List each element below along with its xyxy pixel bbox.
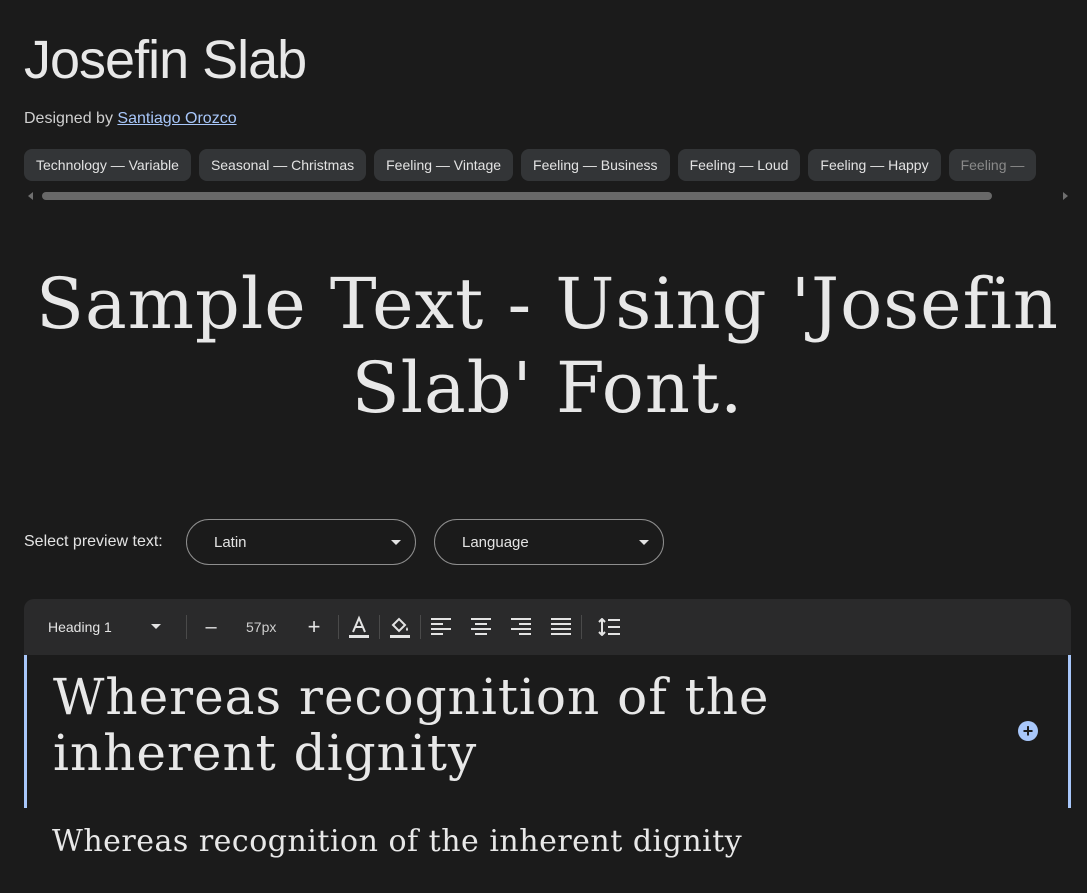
align-left-icon[interactable] (427, 613, 455, 641)
align-center-icon[interactable] (467, 613, 495, 641)
script-dropdown[interactable]: Latin (186, 519, 416, 565)
fill-color-icon[interactable] (386, 613, 414, 641)
designer-line: Designed by Santiago Orozco (24, 110, 237, 128)
editor-toolbar: Heading 1 – 57px + (24, 599, 1071, 655)
align-justify-icon[interactable] (547, 613, 575, 641)
chevron-down-icon (391, 540, 401, 545)
tag-chip[interactable]: Seasonal — Christmas (198, 149, 367, 181)
heading-editor-block[interactable]: Whereas recognition of the inherent dign… (24, 655, 1071, 808)
toolbar-divider (338, 615, 339, 639)
language-dropdown-value: Language (462, 534, 529, 551)
font-size-value[interactable]: 57px (246, 619, 276, 635)
chevron-down-icon (639, 540, 649, 545)
tag-scrollbar[interactable] (24, 188, 1072, 204)
add-block-icon[interactable]: + (1018, 721, 1038, 741)
tag-chip[interactable]: Technology — Variable (24, 149, 191, 181)
tag-chip[interactable]: Feeling — Business (521, 149, 670, 181)
scrollbar-thumb[interactable] (42, 192, 992, 200)
text-style-select[interactable]: Heading 1 (48, 619, 112, 635)
heading-editor-text[interactable]: Whereas recognition of the inherent dign… (53, 669, 933, 781)
tag-chip[interactable]: Feeling — (948, 149, 1037, 181)
tag-chip-list: Technology — Variable Seasonal — Christma… (24, 149, 1087, 181)
increase-size-button[interactable]: + (300, 613, 328, 641)
tag-chip[interactable]: Feeling — Vintage (374, 149, 514, 181)
text-color-icon[interactable] (345, 613, 373, 641)
chevron-down-icon[interactable] (151, 624, 161, 629)
designer-link[interactable]: Santiago Orozco (117, 110, 236, 127)
paragraph-preview[interactable]: Whereas recognition of the inherent dign… (52, 824, 742, 859)
scroll-right-icon[interactable] (1063, 192, 1068, 200)
align-right-icon[interactable] (507, 613, 535, 641)
decrease-size-button[interactable]: – (197, 613, 225, 641)
toolbar-divider (581, 615, 582, 639)
font-title: Josefin Slab (24, 30, 307, 90)
tag-chip[interactable]: Feeling — Happy (808, 149, 941, 181)
toolbar-divider (420, 615, 421, 639)
tag-chip[interactable]: Feeling — Loud (677, 149, 801, 181)
preview-text-label: Select preview text: (24, 533, 163, 550)
sample-text-preview: Sample Text - Using 'Josefin Slab' Font. (35, 263, 1059, 429)
language-dropdown[interactable]: Language (434, 519, 664, 565)
toolbar-divider (379, 615, 380, 639)
script-dropdown-value: Latin (214, 534, 247, 551)
scroll-left-icon[interactable] (28, 192, 33, 200)
toolbar-divider (186, 615, 187, 639)
line-height-icon[interactable] (595, 613, 623, 641)
designed-by-label: Designed by (24, 110, 113, 127)
